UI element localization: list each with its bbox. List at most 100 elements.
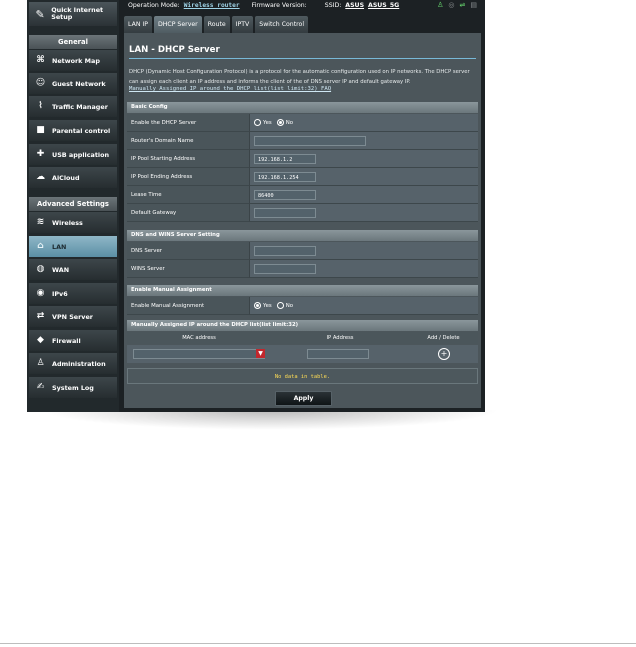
tab-iptv[interactable]: IPTV bbox=[231, 16, 254, 33]
enable-dhcp-no-label: No bbox=[285, 119, 294, 126]
sidebar-item-wan[interactable]: ◍ WAN bbox=[29, 259, 117, 280]
advanced-settings-header: Advanced Settings bbox=[29, 197, 117, 211]
enable-dhcp-yes-label: Yes bbox=[263, 119, 272, 126]
sidebar-item-aicloud[interactable]: ☁ AiCloud bbox=[29, 167, 117, 188]
basic-config-header: Basic Config bbox=[127, 102, 478, 113]
default-gateway-row: Default Gateway bbox=[127, 204, 478, 222]
col-ip-address: IP Address bbox=[326, 335, 354, 341]
system-log-icon: ✍ bbox=[36, 382, 45, 392]
sidebar-item-guest-network[interactable]: ☺ Guest Network bbox=[29, 73, 117, 94]
manual-assignment-yes-radio[interactable] bbox=[254, 302, 261, 309]
vpn-icon: ⇄ bbox=[36, 311, 45, 321]
sidebar-item-firewall[interactable]: ◆ Firewall bbox=[29, 330, 117, 351]
tab-bar: LAN IP DHCP Server Route IPTV Switch Con… bbox=[124, 16, 309, 33]
dns-server-row: DNS Server bbox=[127, 242, 478, 260]
sidebar-item-parental-control[interactable]: ■ Parental control bbox=[29, 120, 117, 141]
faq-link[interactable]: Manually Assigned IP around the DHCP lis… bbox=[129, 86, 331, 92]
lock-icon: ■ bbox=[36, 125, 45, 135]
enable-dhcp-radios: Yes No bbox=[250, 114, 478, 132]
manual-assignment-yes-label: Yes bbox=[263, 302, 272, 309]
ip-pool-end-row: IP Pool Ending Address 192.168.1.254 bbox=[127, 168, 478, 186]
ipv6-icon: ◉ bbox=[36, 288, 45, 298]
manual-list-header: Manually Assigned IP around the DHCP lis… bbox=[127, 320, 478, 331]
apply-button[interactable]: Apply bbox=[275, 391, 332, 406]
mac-dropdown-arrow-icon[interactable]: ▼ bbox=[256, 349, 265, 358]
sidebar-item-traffic-manager[interactable]: ⌇ Traffic Manager bbox=[29, 96, 117, 117]
dns-server-label: DNS Server bbox=[127, 242, 250, 260]
quick-internet-setup-button[interactable]: ✎ Quick Internet Setup bbox=[29, 2, 117, 26]
ssid-link-24g[interactable]: ASUS bbox=[345, 2, 364, 9]
sidebar-item-system-log[interactable]: ✍ System Log bbox=[29, 377, 117, 398]
sidebar-item-vpn-server[interactable]: ⇄ VPN Server bbox=[29, 306, 117, 327]
firmware-label: Firmware Version: bbox=[251, 2, 307, 9]
lease-time-row: Lease Time 86400 bbox=[127, 186, 478, 204]
wins-server-label: WINS Server bbox=[127, 260, 250, 278]
content-panel: LAN - DHCP Server DHCP (Dynamic Host Con… bbox=[124, 33, 481, 408]
col-add-delete: Add / Delete bbox=[427, 335, 460, 341]
home-icon: ⌂ bbox=[37, 241, 44, 251]
tab-lan-ip[interactable]: LAN IP bbox=[124, 16, 152, 33]
manual-assignment-header: Enable Manual Assignment bbox=[127, 285, 478, 296]
sidebar-item-ipv6[interactable]: ◉ IPv6 bbox=[29, 283, 117, 304]
title-divider bbox=[129, 58, 476, 59]
manual-assignment-radios: Yes No bbox=[250, 297, 478, 315]
manual-assignment-label: Enable Manual Assignment bbox=[127, 297, 250, 315]
globe-icon: ◍ bbox=[36, 264, 45, 274]
status-icons: ♙ ◎ ⇌ ▤ bbox=[437, 0, 477, 11]
page-title: LAN - DHCP Server bbox=[129, 45, 220, 55]
domain-name-row: Router's Domain Name bbox=[127, 132, 478, 150]
sidebar: ✎ Quick Internet Setup General ⌘ Network… bbox=[27, 0, 119, 412]
printer-status-icon[interactable]: ▤ bbox=[470, 2, 477, 9]
sidebar-item-administration[interactable]: ♙ Administration bbox=[29, 353, 117, 374]
wps-status-icon[interactable]: ◎ bbox=[448, 2, 454, 9]
cloud-icon: ☁ bbox=[36, 172, 45, 182]
tab-switch-control[interactable]: Switch Control bbox=[255, 16, 309, 33]
ssid-link-5g[interactable]: ASUS_5G bbox=[368, 2, 399, 9]
guest-network-icon: ☺ bbox=[35, 78, 46, 88]
col-mac-address: MAC address bbox=[182, 335, 216, 341]
wins-server-input[interactable] bbox=[254, 263, 316, 274]
user-status-icon[interactable]: ♙ bbox=[437, 2, 443, 9]
sidebar-item-network-map[interactable]: ⌘ Network Map bbox=[29, 50, 117, 71]
magic-wand-icon: ✎ bbox=[35, 7, 45, 21]
manual-assignment-no-radio[interactable] bbox=[276, 302, 284, 309]
manual-assignment-row: Enable Manual Assignment Yes No bbox=[127, 297, 478, 315]
wifi-icon: ≋ bbox=[36, 217, 45, 227]
ip-address-input[interactable] bbox=[307, 349, 369, 359]
add-entry-plus-icon[interactable]: + bbox=[438, 348, 450, 360]
router-admin-window: ✎ Quick Internet Setup General ⌘ Network… bbox=[27, 0, 485, 412]
sidebar-item-wireless[interactable]: ≋ Wireless bbox=[29, 212, 117, 233]
domain-name-input[interactable] bbox=[254, 135, 366, 146]
tab-route[interactable]: Route bbox=[203, 16, 230, 33]
enable-dhcp-no-radio[interactable] bbox=[276, 119, 284, 126]
tab-dhcp-server[interactable]: DHCP Server bbox=[153, 16, 202, 33]
lease-time-label: Lease Time bbox=[127, 186, 250, 204]
ip-pool-end-input[interactable]: 192.168.1.254 bbox=[254, 171, 316, 182]
no-data-message: No data in table. bbox=[127, 368, 478, 384]
page-bottom-rule bbox=[0, 643, 636, 644]
ip-pool-start-row: IP Pool Starting Address 192.168.1.2 bbox=[127, 150, 478, 168]
top-status-bar: Operation Mode: Wireless router Firmware… bbox=[119, 0, 485, 11]
network-map-icon: ⌘ bbox=[36, 55, 45, 65]
quick-internet-setup-label: Quick Internet Setup bbox=[51, 5, 104, 21]
wins-server-row: WINS Server bbox=[127, 260, 478, 278]
sidebar-item-usb-application[interactable]: ✚ USB application bbox=[29, 144, 117, 165]
sidebar-item-lan[interactable]: ⌂ LAN bbox=[29, 236, 117, 257]
screenshot-shadow bbox=[40, 410, 500, 430]
default-gateway-input[interactable] bbox=[254, 207, 316, 218]
ip-pool-start-input[interactable]: 192.168.1.2 bbox=[254, 153, 316, 164]
enable-dhcp-yes-radio[interactable] bbox=[254, 119, 261, 126]
page-description: DHCP (Dynamic Host Configuration Protoco… bbox=[129, 69, 470, 85]
operation-mode-link[interactable]: Wireless router bbox=[184, 2, 240, 9]
ip-pool-end-label: IP Pool Ending Address bbox=[127, 168, 250, 186]
lease-time-input[interactable]: 86400 bbox=[254, 189, 316, 200]
ip-pool-start-label: IP Pool Starting Address bbox=[127, 150, 250, 168]
operation-mode-label: Operation Mode: bbox=[128, 2, 180, 9]
mac-address-input[interactable] bbox=[133, 349, 265, 359]
enable-dhcp-label: Enable the DHCP Server bbox=[127, 114, 250, 132]
manual-assignment-no-label: No bbox=[285, 302, 294, 309]
admin-icon: ♙ bbox=[36, 358, 45, 368]
usb-status-icon[interactable]: ⇌ bbox=[460, 2, 466, 9]
dns-wins-header: DNS and WINS Server Setting bbox=[127, 230, 478, 241]
dns-server-input[interactable] bbox=[254, 245, 316, 256]
